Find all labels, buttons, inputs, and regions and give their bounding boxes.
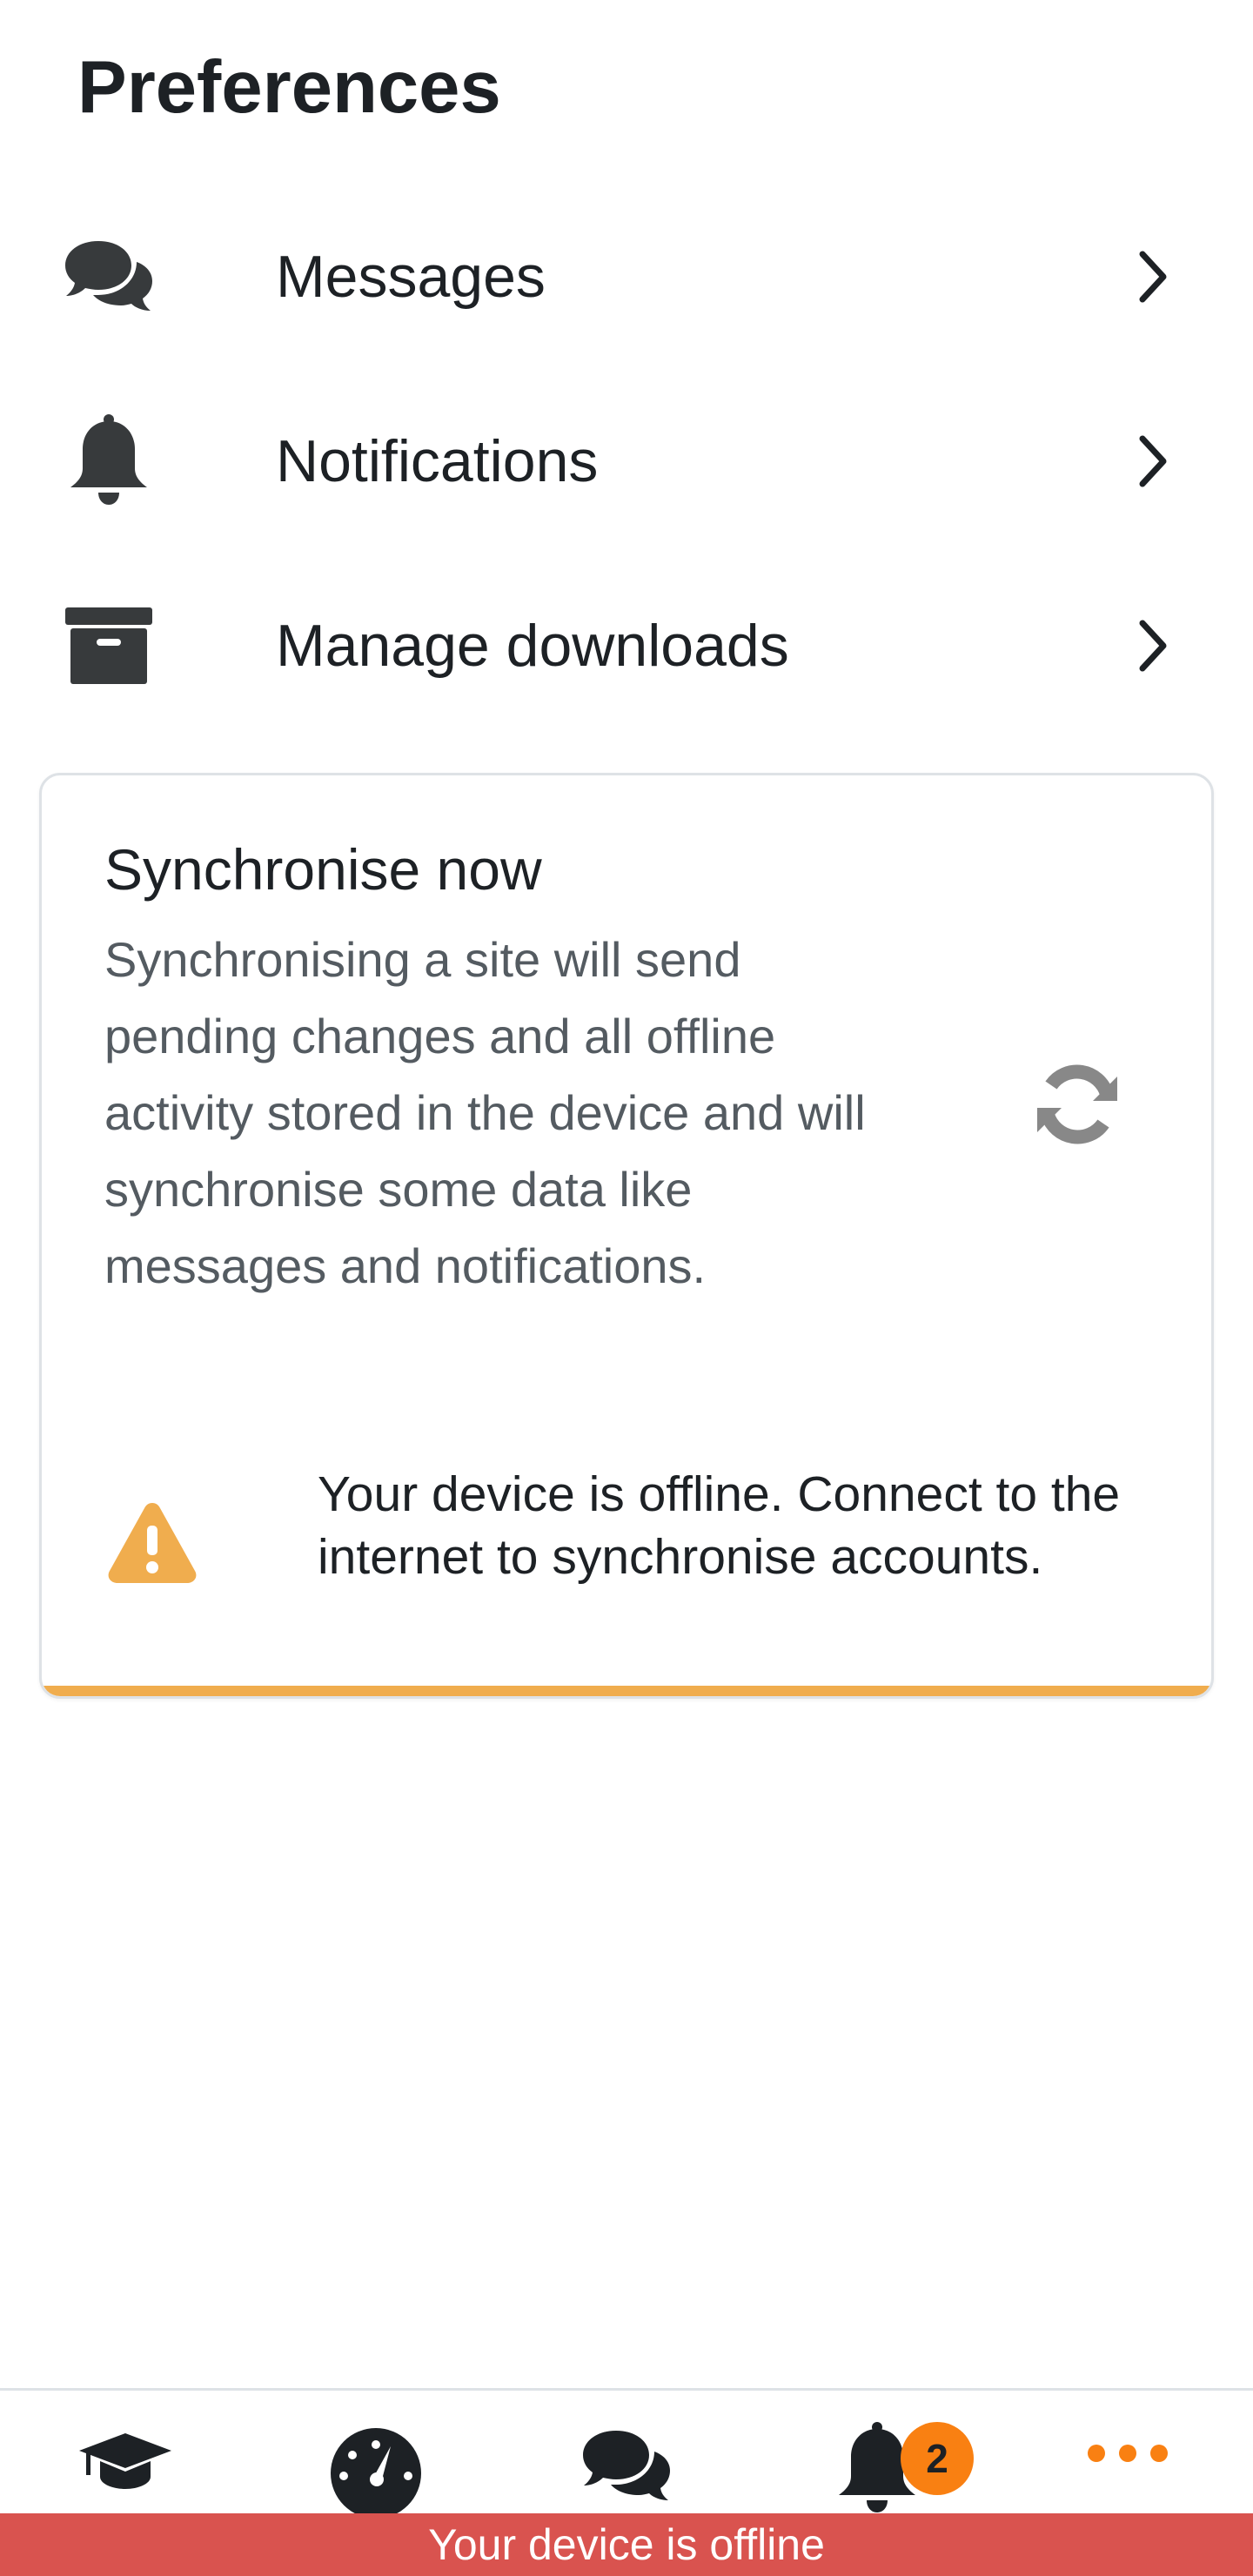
archive-icon (61, 598, 157, 694)
sync-title: Synchronise now (104, 837, 542, 902)
offline-warning-text: Your device is offline. Connect to the i… (318, 1466, 1121, 1585)
chevron-right-icon (1127, 242, 1179, 312)
comments-icon (580, 2401, 673, 2506)
chevron-right-icon (1127, 611, 1179, 681)
preference-item-notifications[interactable]: Notifications (0, 369, 1253, 553)
preference-item-manage-downloads[interactable]: Manage downloads (0, 553, 1253, 738)
offline-status-bar: Your device is offline (0, 2513, 1253, 2576)
gauge-icon (328, 2391, 424, 2513)
sync-description: Synchronising a site will send pending c… (104, 932, 866, 1293)
tab-dashboard[interactable] (251, 2391, 501, 2513)
comments-icon (61, 229, 157, 325)
preference-label-notifications: Notifications (276, 428, 599, 494)
sync-button[interactable] (1008, 1036, 1147, 1176)
preference-item-messages[interactable]: Messages (0, 184, 1253, 369)
ellipsis-icon (1086, 2443, 1169, 2464)
sync-card: Synchronise now Synchronising a site wil… (39, 773, 1214, 1699)
tab-courses[interactable] (0, 2391, 251, 2513)
tab-more[interactable] (1002, 2391, 1253, 2513)
tab-messages[interactable] (501, 2391, 752, 2513)
graduation-cap-icon (77, 2416, 173, 2491)
bottom-tab-bar (0, 2388, 1253, 2513)
chevron-right-icon (1127, 426, 1179, 496)
preference-label-messages: Messages (276, 244, 546, 310)
bell-icon (61, 413, 157, 509)
sync-icon (1032, 1059, 1122, 1154)
notifications-badge: 2 (901, 2422, 974, 2495)
preferences-page: Preferences Messages Notifications Manag… (0, 0, 1253, 2576)
warning-icon (104, 1498, 200, 1585)
preference-label-manage-downloads: Manage downloads (276, 613, 789, 679)
page-title: Preferences (77, 46, 501, 129)
warning-accent-bar (42, 1686, 1211, 1696)
